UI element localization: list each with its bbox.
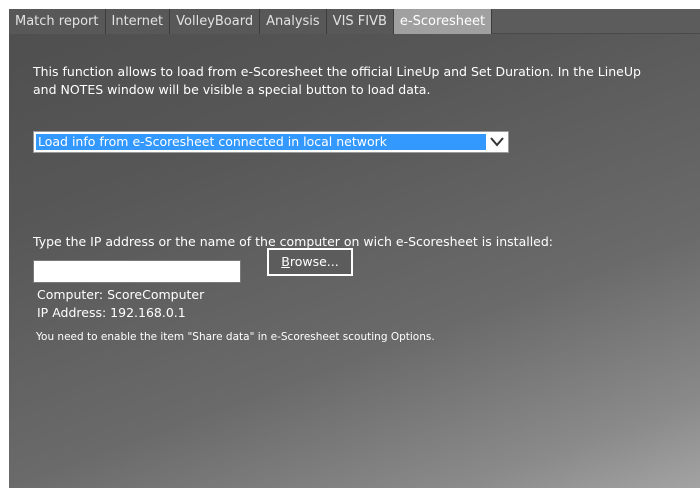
escoresheet-panel: Match report Internet VolleyBoard Analys…: [9, 9, 700, 488]
tab-bar-filler: [492, 9, 700, 34]
tab-vis-fivb[interactable]: VIS FIVB: [326, 9, 394, 34]
app-window: Match report Internet VolleyBoard Analys…: [0, 0, 700, 488]
tab-e-scoresheet[interactable]: e-Scoresheet: [393, 9, 493, 34]
tab-analysis[interactable]: Analysis: [260, 9, 327, 34]
tab-match-report[interactable]: Match report: [9, 9, 106, 34]
source-select-value: Load info from e-Scoresheet connected in…: [36, 134, 486, 150]
tab-internet[interactable]: Internet: [105, 9, 171, 34]
browse-button-label: rowse...: [289, 254, 339, 269]
source-select[interactable]: Load info from e-Scoresheet connected in…: [33, 131, 509, 153]
ip-address-input[interactable]: [33, 260, 241, 283]
browse-button-mnemonic: B: [281, 254, 290, 269]
tab-bar: Match report Internet VolleyBoard Analys…: [9, 9, 700, 34]
chevron-down-icon[interactable]: [488, 134, 506, 150]
share-data-note: You need to enable the item "Share data"…: [36, 331, 435, 343]
function-description: This function allows to load from e-Scor…: [33, 64, 641, 97]
computer-name: Computer: ScoreComputer: [37, 287, 205, 302]
browse-button[interactable]: Browse...: [267, 248, 353, 276]
tab-volleyboard[interactable]: VolleyBoard: [170, 9, 261, 34]
ip-address-value: IP Address: 192.168.0.1: [37, 305, 186, 320]
